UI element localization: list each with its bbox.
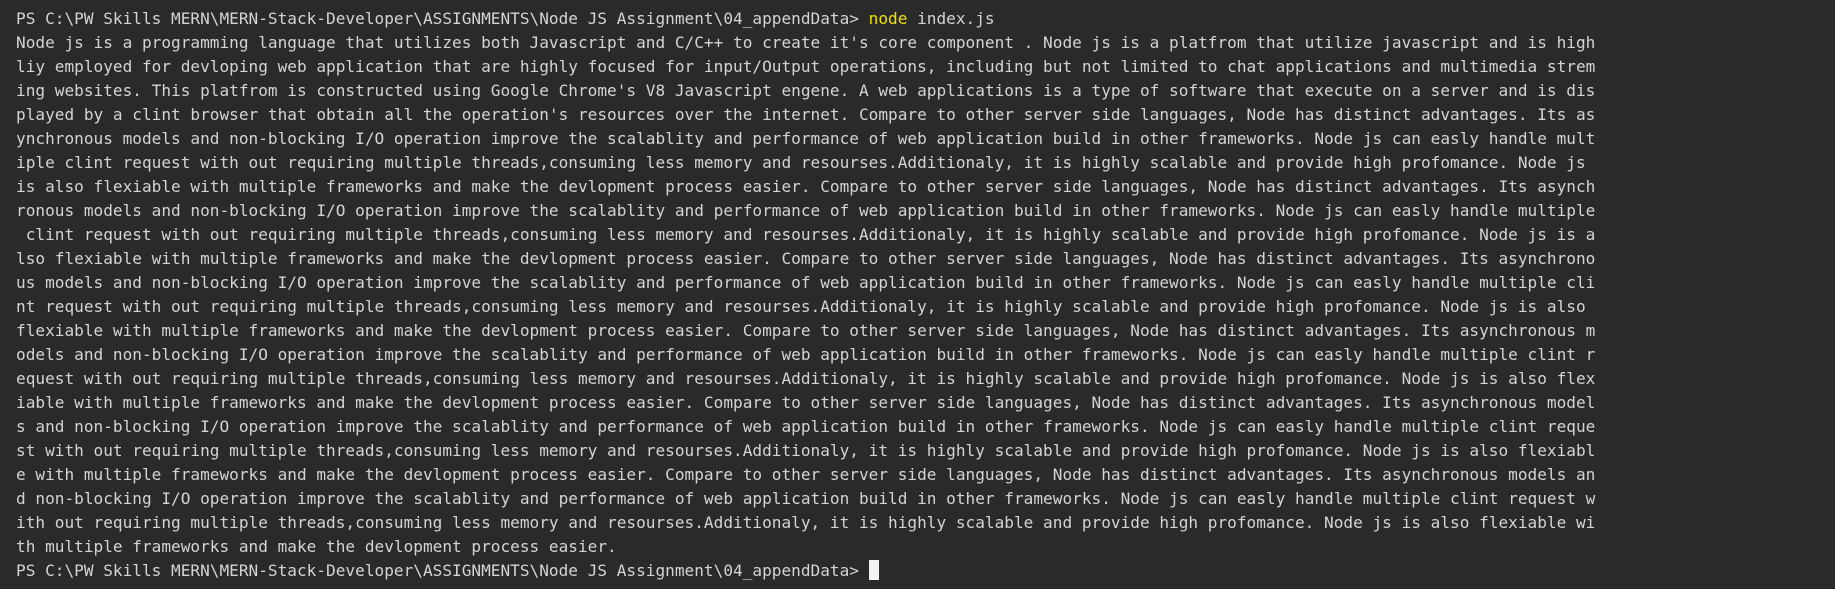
output-line: ing websites. This platfrom is construct… [16,81,1596,100]
output-line: nt request with out requiring multiple t… [16,297,1586,316]
output-line: clint request with out requiring multipl… [16,225,1596,244]
output-line: odels and non-blocking I/O operation imp… [16,345,1596,364]
output-line: played by a clint browser that obtain al… [16,105,1596,124]
terminal-window[interactable]: PS C:\PW Skills MERN\MERN-Stack-Develope… [0,0,1835,589]
output-line: iable with multiple frameworks and make … [16,393,1596,412]
command-line: PS C:\PW Skills MERN\MERN-Stack-Develope… [16,7,1819,31]
text-cursor[interactable] [868,560,879,580]
output-line: iple clint request with out requiring mu… [16,153,1586,172]
output-line: equest with out requiring multiple threa… [16,369,1596,388]
output-line: th multiple frameworks and make the devl… [16,537,617,556]
prompt: PS C:\PW Skills MERN\MERN-Stack-Develope… [16,561,869,580]
input-line[interactable]: PS C:\PW Skills MERN\MERN-Stack-Develope… [16,559,1819,583]
output-line: st with out requiring multiple threads,c… [16,441,1596,460]
prompt: PS C:\PW Skills MERN\MERN-Stack-Develope… [16,9,869,28]
output-line: ynchronous models and non-blocking I/O o… [16,129,1596,148]
command-output: Node js is a programming language that u… [16,31,1819,559]
output-line: ith out requiring multiple threads,consu… [16,513,1596,532]
output-line: s and non-blocking I/O operation improve… [16,417,1596,436]
output-line: liy employed for devloping web applicati… [16,57,1596,76]
output-line: is also flexiable with multiple framewor… [16,177,1596,196]
output-line: ronous models and non-blocking I/O opera… [16,201,1596,220]
output-line: flexiable with multiple frameworks and m… [16,321,1596,340]
output-line: us models and non-blocking I/O operation… [16,273,1596,292]
command-name: node [868,9,908,28]
command-args: index.js [907,9,995,28]
output-line: d non-blocking I/O operation improve the… [16,489,1596,508]
output-line: lso flexiable with multiple frameworks a… [16,249,1596,268]
output-line: e with multiple frameworks and make the … [16,465,1596,484]
output-line: Node js is a programming language that u… [16,33,1596,52]
